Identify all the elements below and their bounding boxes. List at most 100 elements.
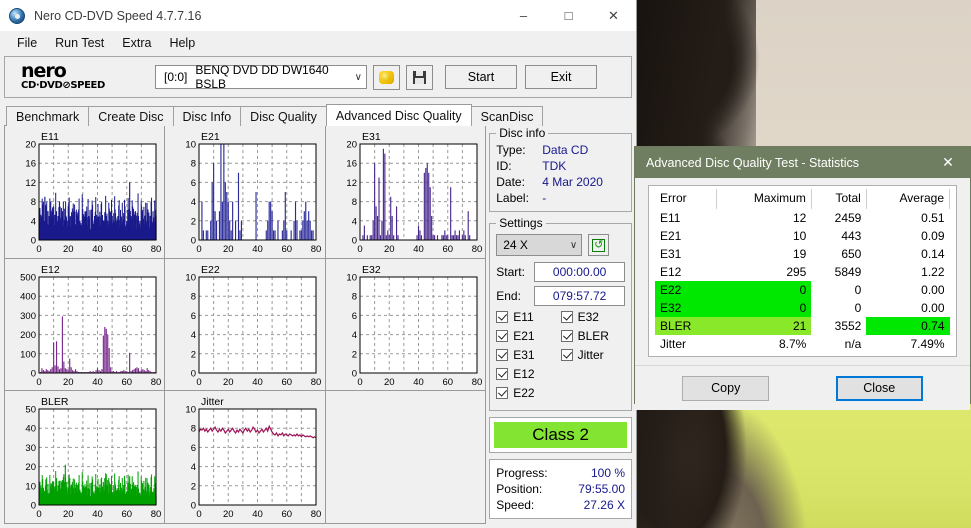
checkbox-e22[interactable]: E22 <box>496 386 560 400</box>
svg-text:4: 4 <box>352 330 357 341</box>
svg-text:0: 0 <box>352 236 357 247</box>
svg-text:60: 60 <box>121 244 132 255</box>
checkbox-label: E22 <box>513 386 535 400</box>
svg-text:8: 8 <box>352 197 357 208</box>
cell-maximum: 19 <box>793 247 807 261</box>
cell-total: 0 <box>854 283 862 297</box>
cell-maximum: 8.7% <box>779 337 807 351</box>
svg-text:10: 10 <box>346 272 357 283</box>
svg-text:Jitter: Jitter <box>201 396 224 408</box>
close-dialog-button[interactable]: Close <box>835 375 923 401</box>
table-row[interactable]: BLER 21 3552 0.74 <box>655 317 950 335</box>
table-row[interactable]: Jitter 8.7% n/a 7.49% <box>655 335 950 353</box>
svg-text:0: 0 <box>31 368 36 379</box>
tab-benchmark[interactable]: Benchmark <box>6 106 90 126</box>
svg-text:4: 4 <box>352 216 357 227</box>
statistics-body: Error Maximum Total Average E11 12 2459 0.5… <box>635 178 970 357</box>
tab-scandisc[interactable]: ScanDisc <box>470 106 544 126</box>
checkbox-e32[interactable]: E32 <box>560 310 625 324</box>
svg-text:4: 4 <box>191 197 196 208</box>
svg-text:400: 400 <box>20 291 36 302</box>
start-input[interactable]: 000:00.00 <box>534 262 625 282</box>
speed-select[interactable]: 24 X ∨ <box>496 234 583 256</box>
toolbar: nero CD·DVD⊘SPEED [0:0] BENQ DVD DD DW16… <box>4 56 632 98</box>
end-input[interactable]: 079:57.72 <box>534 286 625 306</box>
position-label: Position: <box>496 482 543 496</box>
nero-logo: nero CD·DVD⊘SPEED <box>5 60 155 92</box>
checkbox-jitter[interactable]: Jitter <box>560 348 625 362</box>
svg-text:E31: E31 <box>362 131 381 143</box>
svg-text:8: 8 <box>191 291 196 302</box>
disc-info-row-date: Date: 4 Mar 2020 <box>496 174 625 190</box>
save-floppy-icon <box>413 70 426 84</box>
cell-average: 0.00 <box>921 283 945 297</box>
graph-row-2: 0 100 200 300 400 500 0 20 40 60 80 E12 0 2 4 6 8 10 0 20 4… <box>4 257 487 392</box>
disc-id-value: TDK <box>542 159 567 173</box>
exit-button[interactable]: Exit <box>525 65 597 89</box>
svg-text:300: 300 <box>20 311 36 322</box>
graph-row-1: 0 4 8 12 16 20 0 20 40 60 80 E11 0 2 4 6 8 10 0 20 40 60 80 E2… <box>4 125 487 259</box>
disc-label-label: Label: <box>496 191 529 205</box>
table-row[interactable]: E11 12 2459 0.51 <box>655 209 950 227</box>
svg-text:80: 80 <box>151 509 162 520</box>
menu-help[interactable]: Help <box>160 33 204 53</box>
statistics-table-box: Error Maximum Total Average E11 12 2459 0.5… <box>648 185 957 357</box>
svg-text:0: 0 <box>352 368 357 379</box>
tab-disc-quality[interactable]: Disc Quality <box>240 106 327 126</box>
checkbox-e31[interactable]: E31 <box>496 348 560 362</box>
svg-text:0: 0 <box>191 368 196 379</box>
checkbox-icon <box>560 349 573 361</box>
tab-advanced-disc-quality[interactable]: Advanced Disc Quality <box>325 104 472 126</box>
menu-run-test[interactable]: Run Test <box>46 33 113 53</box>
menu-file[interactable]: File <box>8 33 46 53</box>
svg-text:20: 20 <box>346 140 357 151</box>
eject-button[interactable] <box>373 64 400 90</box>
logo-nero-text: nero <box>21 60 67 82</box>
statistics-close-icon[interactable]: ✕ <box>926 147 970 178</box>
table-row[interactable]: E22 0 0 0.00 <box>655 281 950 299</box>
checkbox-icon <box>496 311 509 323</box>
menu-extra[interactable]: Extra <box>113 33 160 53</box>
cell-total: n/a <box>844 337 862 351</box>
copy-button[interactable]: Copy <box>682 375 770 401</box>
checkbox-e12[interactable]: E12 <box>496 367 560 381</box>
svg-text:40: 40 <box>92 244 103 255</box>
table-row[interactable]: E21 10 443 0.09 <box>655 227 950 245</box>
svg-text:6: 6 <box>191 311 196 322</box>
progress-label: Progress: <box>496 466 548 480</box>
svg-text:40: 40 <box>253 377 264 388</box>
start-button[interactable]: Start <box>445 65 517 89</box>
table-row[interactable]: E31 19 650 0.14 <box>655 245 950 263</box>
cell-total: 650 <box>841 247 862 261</box>
speed-row: 24 X ∨ ↺ <box>496 234 625 256</box>
minimize-button[interactable]: – <box>501 0 546 31</box>
statistics-footer: Copy Close <box>635 365 970 410</box>
checkbox-e21[interactable]: E21 <box>496 329 560 343</box>
cell-error: E12 <box>660 265 682 279</box>
drive-name: BENQ DVD DD DW1640 BSLB <box>195 63 329 91</box>
table-row[interactable]: E12 295 5849 1.22 <box>655 263 950 281</box>
tab-create-disc[interactable]: Create Disc <box>88 106 174 126</box>
cell-average: 0.51 <box>921 211 945 225</box>
window-title: Nero CD-DVD Speed 4.7.7.16 <box>34 8 202 23</box>
quality-class-value: Class 2 <box>494 422 627 448</box>
disc-info-group: Disc info Type: Data CD ID: TDK Date: 4 … <box>489 126 632 212</box>
tab-disc-info[interactable]: Disc Info <box>172 106 242 126</box>
nero-main-window: Nero CD-DVD Speed 4.7.7.16 – □ ✕ File Ru… <box>0 0 637 528</box>
drive-select-dropdown[interactable]: [0:0] BENQ DVD DD DW1640 BSLB ∨ <box>155 63 367 91</box>
cell-maximum: 10 <box>793 229 807 243</box>
logo-cddvdspeed-text: CD·DVD⊘SPEED <box>21 80 105 91</box>
refresh-button[interactable]: ↺ <box>588 234 610 256</box>
checkbox-e11[interactable]: E11 <box>496 310 560 324</box>
maximize-button[interactable]: □ <box>546 0 591 31</box>
checkbox-bler[interactable]: BLER <box>560 329 625 343</box>
cell-average: 7.49% <box>910 337 945 351</box>
svg-text:0: 0 <box>31 501 36 512</box>
svg-text:10: 10 <box>25 482 36 493</box>
cell-average: 0.00 <box>921 301 945 315</box>
svg-text:0: 0 <box>36 377 41 388</box>
table-row[interactable]: E32 0 0 0.00 <box>655 299 950 317</box>
save-button[interactable] <box>406 64 433 90</box>
close-button[interactable]: ✕ <box>591 0 636 31</box>
svg-text:4: 4 <box>191 462 196 473</box>
